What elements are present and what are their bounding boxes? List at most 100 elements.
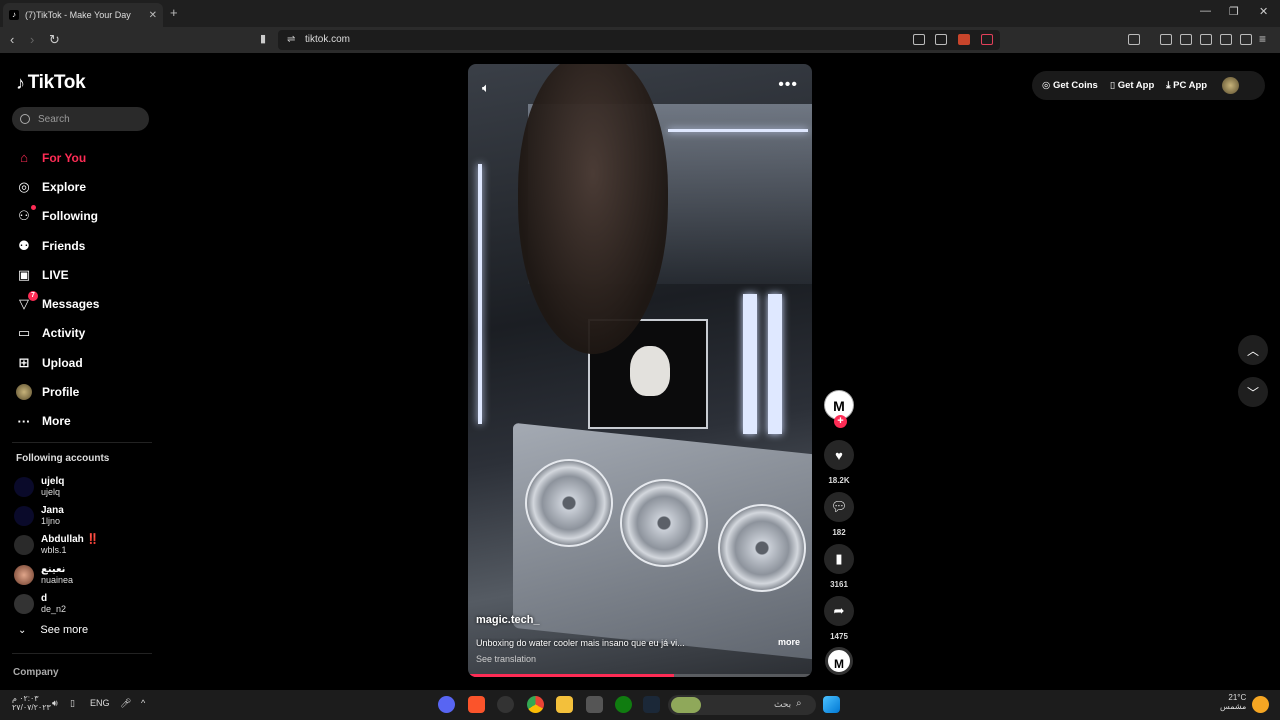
previous-video-button[interactable]: ︿ [1238,335,1268,365]
sidebar-item-friends[interactable]: ⚉ Friends [16,231,99,260]
sidebar-item-more[interactable]: ··· More [16,407,99,436]
weather-widget[interactable]: 21°C مشمس [1220,693,1246,711]
chrome-icon[interactable] [527,696,544,713]
forward-icon[interactable]: › [30,32,34,47]
xbox-icon[interactable] [615,696,632,713]
menu-icon[interactable]: ≡ [1259,32,1266,46]
video-player[interactable]: 🔈︎ ••• magic.tech_ Unboxing do water coo… [468,64,812,677]
chevron-down-icon: ﹀ [1246,385,1259,400]
screenshot-icon[interactable] [913,34,925,45]
comment-icon[interactable]: 💬︎ [824,492,854,522]
video-progress-bar[interactable] [468,674,812,677]
minimize-icon[interactable]: — [1200,5,1211,17]
account-name: Jana [41,504,64,516]
avatar [14,476,34,497]
skull-image [630,346,670,396]
back-icon[interactable]: ‹ [10,32,14,47]
sidebar-icon[interactable] [1180,34,1192,45]
search-input[interactable] [38,113,138,125]
video-frame-light [743,294,757,434]
brave-shields-icon[interactable] [958,34,970,45]
leo-ai-icon[interactable] [1220,34,1232,45]
folder-icon[interactable] [556,696,573,713]
sidebar-item-label: More [42,414,71,429]
fan-image [525,459,613,547]
get-coins-label: Get Coins [1052,80,1098,91]
list-item[interactable]: Abdullah ‼️ wbls.1 [14,531,99,560]
windows-taskbar: ٠٢:٠٣ م ٢٧/٠٧/٢٠٢٣ 🔊︎ ▯ ENG 🎤︎ ^ بحث ⌕ 2… [0,690,1280,720]
list-item[interactable]: Jana 1ljno [14,501,99,530]
site-info-icon[interactable]: ⇌ [287,34,295,45]
list-item[interactable]: d de_n2 [14,589,99,618]
share-icon[interactable] [935,34,947,45]
discord-icon[interactable] [438,696,455,713]
avatar[interactable] [1222,77,1240,94]
more-options-icon[interactable]: ••• [778,76,798,94]
windows-start-icon[interactable] [823,696,840,713]
reload-icon[interactable]: ↻ [49,32,60,48]
store-icon[interactable] [586,696,603,713]
avatar [14,593,34,614]
media-icon[interactable] [1160,34,1172,45]
url-text[interactable]: tiktok.com [305,34,350,45]
live-icon: ▣ [17,266,31,282]
creator-avatar[interactable]: M + [824,390,854,428]
steam-icon[interactable] [643,696,660,713]
list-item[interactable]: ujelq ujelq [14,472,99,501]
sidebar-item-explore[interactable]: ◎ Explore [16,172,99,201]
sidebar-item-activity[interactable]: ▭ Activity [16,319,99,348]
battery-icon[interactable]: ▯ [70,698,75,709]
comment-count: 182 [832,528,846,537]
home-icon: ⌂ [20,150,28,166]
close-window-icon[interactable]: ✕ [1259,5,1268,18]
sidebar-item-upload[interactable]: ⊞ Upload [16,348,99,377]
fan-image [718,504,806,592]
see-more-button[interactable]: ⌄ See more [18,624,88,636]
sidebar-item-label: Friends [42,238,86,253]
taskbar-search[interactable]: بحث ⌕ [668,695,816,715]
wallet-icon[interactable] [1200,34,1212,45]
language-indicator[interactable]: ENG [90,698,110,708]
sidebar-item-profile[interactable]: Profile [16,377,99,406]
next-video-button[interactable]: ﹀ [1238,377,1268,407]
sidebar-item-following[interactable]: ⚇ Following [16,202,99,231]
browser-tab[interactable]: ♪ (7)TikTok - Make Your Day ✕ [3,3,163,27]
music-disc-icon[interactable]: M [825,647,853,675]
bookmark-icon[interactable]: ▮ [260,32,266,45]
close-tab-icon[interactable]: ✕ [149,10,157,21]
extensions-icon[interactable] [1128,34,1140,45]
avatar [16,384,32,401]
app-icon[interactable] [497,696,514,713]
sidebar-item-for-you[interactable]: ⌂ For You [16,143,99,172]
sidebar-item-messages[interactable]: ▽ 7 Messages [16,289,99,318]
video-author[interactable]: magic.tech_ [476,614,540,626]
see-translation-link[interactable]: See translation [476,654,536,664]
search-box[interactable] [12,107,149,131]
company-link[interactable]: Company [13,667,59,678]
list-item[interactable]: نعينع nuainea [14,560,99,589]
search-highlight-image [671,697,701,713]
get-app-button[interactable]: ▯ Get App [1110,80,1154,91]
heart-icon[interactable]: ♥ [824,440,854,470]
sidebar-item-live[interactable]: ▣ LIVE [16,260,99,289]
pc-app-button[interactable]: ⤓ PC App [1166,80,1207,91]
account-handle: ujelq [41,486,61,497]
chevron-down-icon: ⌄ [18,624,27,636]
maximize-icon[interactable]: ❐ [1229,5,1239,18]
brave-icon[interactable] [468,696,485,713]
share-icon[interactable]: ➦ [824,596,854,626]
tiktok-logo[interactable]: ♪ TikTok [16,72,86,94]
volume-icon[interactable]: 🔊︎ [52,698,58,709]
microphone-icon[interactable]: 🎤︎ [120,698,131,709]
bookmark-icon[interactable]: ▮ [824,544,854,574]
url-field[interactable] [278,30,1000,50]
vpn-icon[interactable] [1240,34,1252,45]
clock[interactable]: ٠٢:٠٣ م ٢٧/٠٧/٢٠٢٣ [12,694,51,712]
volume-icon[interactable]: 🔈︎ [482,80,490,96]
get-coins-button[interactable]: ◎ Get Coins [1042,80,1098,91]
follow-plus-icon[interactable]: + [834,415,847,428]
chevron-up-icon[interactable]: ^ [141,698,145,708]
new-tab-button[interactable]: + [170,5,178,20]
brave-rewards-icon[interactable] [981,34,993,45]
caption-more-button[interactable]: more [778,637,800,647]
